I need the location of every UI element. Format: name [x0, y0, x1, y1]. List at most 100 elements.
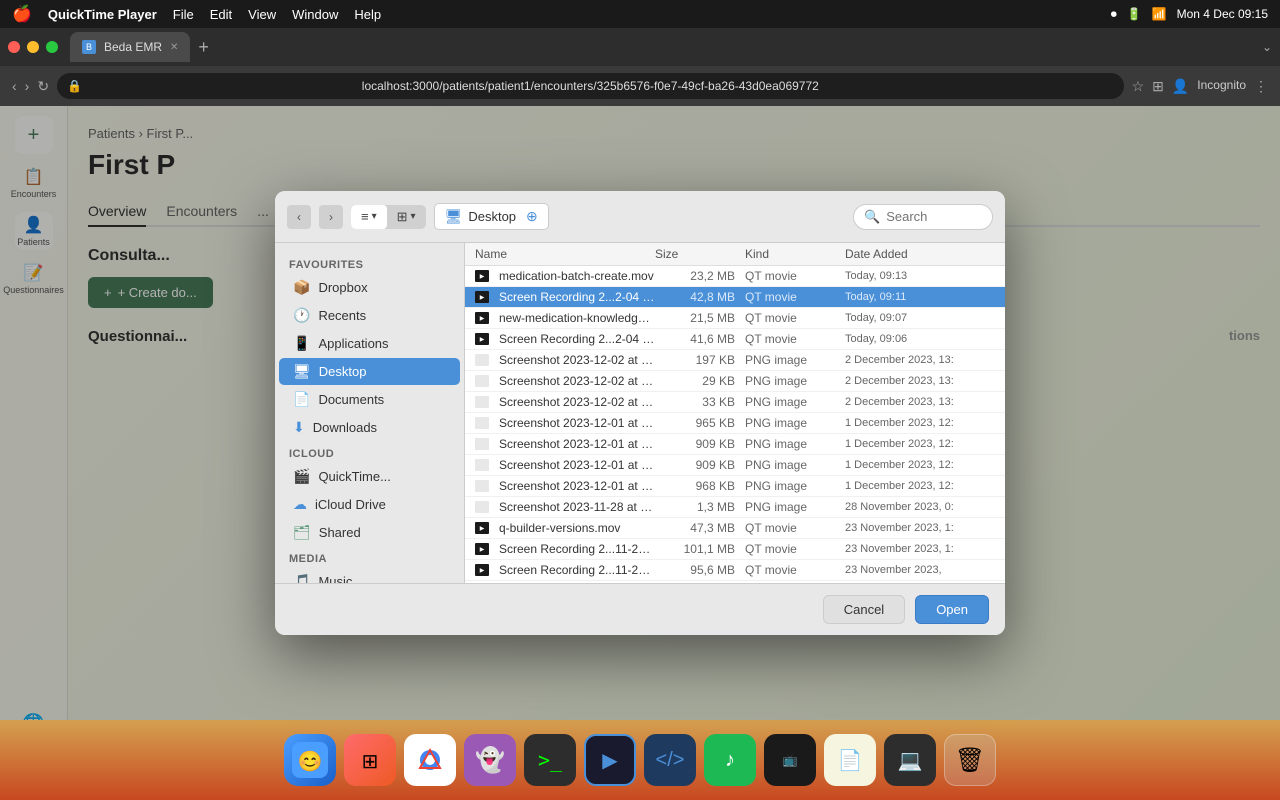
- url-input[interactable]: [57, 73, 1123, 99]
- sidebar-item-shared[interactable]: 🗂 Shared: [279, 519, 460, 546]
- minimize-button[interactable]: [27, 41, 39, 53]
- file-size: 23,2 MB: [655, 269, 745, 283]
- maximize-button[interactable]: [46, 41, 58, 53]
- file-name: Screenshot 2023-12-02 at 13.09.54: [499, 374, 655, 388]
- file-date: Today, 09:11: [845, 291, 995, 303]
- bookmark-icon[interactable]: ☆: [1132, 78, 1145, 95]
- profile-icon[interactable]: 👤: [1172, 78, 1189, 95]
- dock-item-finder[interactable]: 😊: [284, 734, 336, 786]
- cancel-button[interactable]: Cancel: [823, 595, 905, 624]
- dock-item-notch[interactable]: 👻: [464, 734, 516, 786]
- tab-bar: B Beda EMR ✕ + ⌄: [0, 28, 1280, 66]
- sidebar-item-recents[interactable]: 🕐 Recents: [279, 302, 460, 329]
- dock-item-vscode[interactable]: </>: [644, 734, 696, 786]
- collapse-icon[interactable]: ⌄: [1262, 40, 1272, 54]
- search-input[interactable]: [886, 209, 982, 224]
- menu-help[interactable]: Help: [354, 7, 381, 22]
- file-row[interactable]: Screenshot 2023-12-01 at 12.24.26968 KBP…: [465, 476, 1005, 497]
- dock-item-trash[interactable]: 🗑: [944, 734, 996, 786]
- screen3-icon: 💻: [898, 748, 923, 773]
- location-action-button[interactable]: ⊕: [526, 208, 538, 225]
- file-name: Screenshot 2023-12-02 at 13.07.21: [499, 395, 655, 409]
- file-row[interactable]: Screen Recording 2...11-23 at 17.38.40.m…: [465, 539, 1005, 560]
- reload-button[interactable]: ↻: [37, 78, 49, 95]
- file-row[interactable]: Screenshot 2023-12-01 at 12.25.19965 KBP…: [465, 413, 1005, 434]
- dialog-back-button[interactable]: ‹: [287, 205, 311, 229]
- col-kind-header[interactable]: Kind: [745, 247, 845, 261]
- downloads-icon: ⬇: [293, 419, 305, 436]
- file-row[interactable]: Screen Recording 2...11-23 at 17.28.31.m…: [465, 560, 1005, 581]
- back-button[interactable]: ‹: [12, 78, 17, 94]
- battery-icon: 🔋: [1127, 7, 1142, 21]
- extensions-icon[interactable]: ⋮: [1254, 78, 1268, 95]
- sidebar-item-icloud-drive[interactable]: ☁ iCloud Drive: [279, 491, 460, 518]
- file-kind: QT movie: [745, 563, 845, 577]
- dock-item-chrome[interactable]: [404, 734, 456, 786]
- file-row[interactable]: Screenshot 2023-12-01 at 12.25.10909 KBP…: [465, 455, 1005, 476]
- sidebar-item-documents[interactable]: 📄 Documents: [279, 386, 460, 413]
- sidebar-item-downloads[interactable]: ⬇ Downloads: [279, 414, 460, 441]
- open-button[interactable]: Open: [915, 595, 989, 624]
- close-button[interactable]: [8, 41, 20, 53]
- file-name: Screen Recording 2...2-04 at 09.05.23.mo…: [499, 332, 655, 346]
- app-name[interactable]: QuickTime Player: [48, 7, 157, 22]
- menu-view[interactable]: View: [248, 7, 276, 22]
- file-row[interactable]: Screen Recording 2...2-04 at 09.10.25.mo…: [465, 287, 1005, 308]
- menu-window[interactable]: Window: [292, 7, 338, 22]
- dialog-view-options: ≡ ▾ ⊞ ▾: [351, 205, 426, 229]
- record-icon: ⏺: [1111, 7, 1117, 22]
- file-row[interactable]: q-builder-versions.mov47,3 MBQT movie23 …: [465, 518, 1005, 539]
- dock-item-launchpad[interactable]: ⊞: [344, 734, 396, 786]
- dock-item-screen1[interactable]: 📺: [764, 734, 816, 786]
- menu-file[interactable]: File: [173, 7, 194, 22]
- image-file-icon: [475, 437, 493, 451]
- tab-close-button[interactable]: ✕: [170, 42, 178, 53]
- new-tab-button[interactable]: +: [198, 37, 209, 58]
- dock-item-screen2[interactable]: 📄: [824, 734, 876, 786]
- reader-icon[interactable]: ⊞: [1152, 78, 1164, 95]
- list-view-button[interactable]: ≡ ▾: [351, 205, 387, 229]
- file-dialog: ‹ › ≡ ▾ ⊞ ▾ 🖥 Desktop ⊕ 🔍 Favourites: [275, 191, 1005, 635]
- movie-file-icon: [475, 563, 493, 577]
- dialog-location[interactable]: 🖥 Desktop ⊕: [434, 203, 549, 230]
- dock-item-spotify[interactable]: ♪: [704, 734, 756, 786]
- image-file-icon: [475, 500, 493, 514]
- file-name: Screenshot 2023-12-01 at 12.25.19: [499, 416, 655, 430]
- file-size: 29 KB: [655, 374, 745, 388]
- file-name: Screenshot 2023-12-02 at 13.18.11: [499, 353, 655, 367]
- dock-item-terminal[interactable]: >_: [524, 734, 576, 786]
- sidebar-item-quicktime[interactable]: 🎬 QuickTime...: [279, 463, 460, 490]
- location-folder-icon: 🖥: [445, 208, 463, 225]
- file-row[interactable]: Screen Recording 2...2-04 at 09.05.23.mo…: [465, 329, 1005, 350]
- file-kind: PNG image: [745, 458, 845, 472]
- search-icon: 🔍: [864, 209, 880, 225]
- file-row[interactable]: medication-batch-create.mov23,2 MBQT mov…: [465, 266, 1005, 287]
- file-row[interactable]: Screenshot 2023-12-02 at 13.09.5429 KBPN…: [465, 371, 1005, 392]
- dialog-forward-button[interactable]: ›: [319, 205, 343, 229]
- sidebar-item-desktop[interactable]: 🖥 Desktop: [279, 358, 460, 385]
- col-size-header[interactable]: Size: [655, 247, 745, 261]
- sidebar-item-dropbox[interactable]: 📦 Dropbox: [279, 274, 460, 301]
- dock-item-screen3[interactable]: 💻: [884, 734, 936, 786]
- menubar: 🍎 QuickTime Player File Edit View Window…: [0, 0, 1280, 28]
- dialog-body: Favourites 📦 Dropbox 🕐 Recents 📱 Applica…: [275, 243, 1005, 583]
- dock-item-quicktime[interactable]: ▶: [584, 734, 636, 786]
- file-row[interactable]: Screenshot 2023-12-02 at 13.07.2133 KBPN…: [465, 392, 1005, 413]
- file-kind: PNG image: [745, 437, 845, 451]
- file-row[interactable]: new-medication-knowledge.mov21,5 MBQT mo…: [465, 308, 1005, 329]
- file-row[interactable]: Screenshot 2023-12-01 at 12.25.15909 KBP…: [465, 434, 1005, 455]
- icloud-drive-label: iCloud Drive: [315, 497, 386, 512]
- favourites-label: Favourites: [275, 253, 464, 273]
- file-row[interactable]: Screenshot 2023-11-28 at 09.02.011,3 MBP…: [465, 497, 1005, 518]
- movie-file-icon: [475, 311, 493, 325]
- sidebar-item-applications[interactable]: 📱 Applications: [279, 330, 460, 357]
- browser-tab[interactable]: B Beda EMR ✕: [70, 32, 190, 62]
- menu-edit[interactable]: Edit: [210, 7, 232, 22]
- apple-menu[interactable]: 🍎: [12, 4, 32, 24]
- grid-view-button[interactable]: ⊞ ▾: [387, 205, 426, 229]
- forward-button[interactable]: ›: [25, 78, 30, 94]
- file-row[interactable]: Screenshot 2023-12-02 at 13.18.11197 KBP…: [465, 350, 1005, 371]
- col-name-header[interactable]: Name: [475, 247, 655, 261]
- sidebar-item-music[interactable]: 🎵 Music: [279, 568, 460, 583]
- col-date-header[interactable]: Date Added: [845, 247, 995, 261]
